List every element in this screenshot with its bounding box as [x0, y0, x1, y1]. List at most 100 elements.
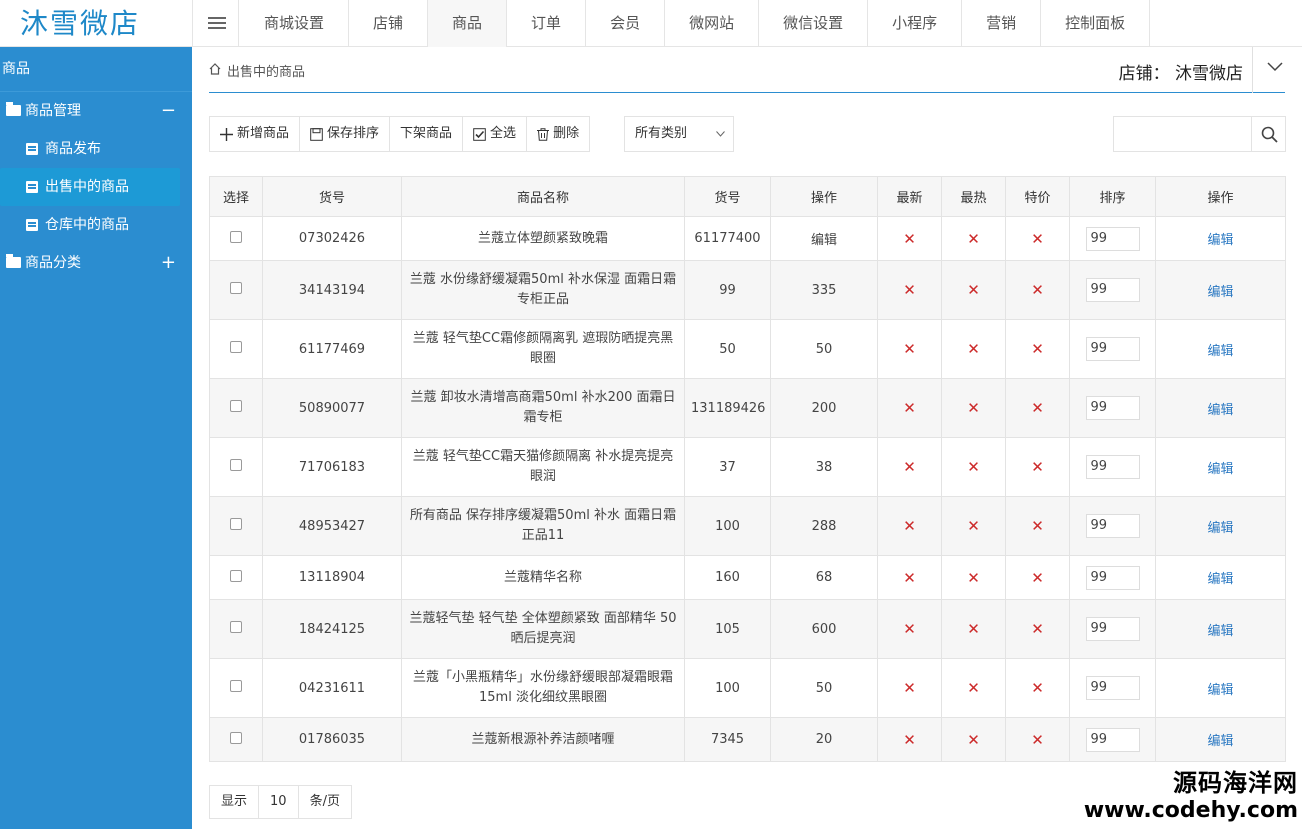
sort-input[interactable]: 99 — [1085, 337, 1140, 361]
nav-item-orders[interactable]: 订单 — [507, 0, 587, 47]
row-checkbox[interactable] — [230, 621, 242, 633]
x-mark-icon[interactable]: ✕ — [967, 230, 980, 248]
row-checkbox[interactable] — [230, 569, 242, 582]
row-checkbox[interactable] — [230, 731, 242, 744]
nav-item-control-panel[interactable]: 控制面板 — [1041, 0, 1151, 47]
row-checkbox[interactable] — [230, 282, 242, 294]
row-checkbox[interactable] — [230, 341, 242, 353]
sidebar-group-product-management[interactable]: 商品管理 − — [0, 92, 192, 130]
select-all-button[interactable]: 全选 — [463, 117, 528, 151]
x-mark-icon[interactable]: ✕ — [903, 399, 916, 417]
x-mark-icon[interactable]: ✕ — [903, 679, 916, 697]
x-mark-icon[interactable]: ✕ — [903, 517, 916, 535]
sort-input[interactable]: 99 — [1085, 514, 1140, 538]
edit-link[interactable]: 编辑 — [1207, 521, 1233, 536]
nav-item-members[interactable]: 会员 — [586, 0, 666, 47]
newest-cell: ✕ — [877, 216, 942, 261]
search-button[interactable] — [1251, 116, 1286, 152]
nav-item-store[interactable]: 店铺 — [349, 0, 429, 47]
x-mark-icon[interactable]: ✕ — [967, 569, 980, 587]
x-mark-icon[interactable]: ✕ — [903, 230, 916, 248]
nav-item-marketing[interactable]: 营销 — [962, 0, 1042, 47]
x-mark-icon[interactable]: ✕ — [967, 399, 980, 417]
nav-item-shop-settings[interactable]: 商城设置 — [240, 0, 350, 47]
hottest-cell: ✕ — [941, 216, 1006, 261]
watermark: 源码海洋网 www.codehy.com — [1084, 763, 1298, 823]
edit-link[interactable]: 编辑 — [1207, 572, 1233, 587]
product-name-cell: 兰蔻 水份缘舒缓凝霜50ml 补水保湿 面霜日霜专柜正品 — [401, 260, 685, 320]
home-icon[interactable] — [209, 63, 221, 75]
x-mark-icon[interactable]: ✕ — [903, 731, 916, 749]
chevron-down-icon[interactable] — [1267, 62, 1283, 72]
add-product-button[interactable]: 新增商品 — [210, 117, 301, 151]
edit-link[interactable]: 编辑 — [1207, 683, 1233, 698]
expand-icon[interactable]: + — [161, 244, 176, 282]
row-checkbox[interactable] — [230, 680, 242, 692]
x-mark-icon[interactable]: ✕ — [967, 340, 980, 358]
edit-link[interactable]: 编辑 — [1207, 624, 1233, 639]
edit-link[interactable]: 编辑 — [1207, 462, 1233, 477]
x-mark-icon[interactable]: ✕ — [967, 281, 980, 299]
edit-link[interactable]: 编辑 — [1207, 285, 1233, 300]
x-mark-icon[interactable]: ✕ — [1031, 399, 1044, 417]
nav-item-mini-program[interactable]: 小程序 — [868, 0, 963, 47]
sort-input[interactable]: 99 — [1085, 676, 1140, 700]
sort-input[interactable]: 99 — [1085, 565, 1140, 590]
x-mark-icon[interactable]: ✕ — [1031, 517, 1044, 535]
sort-input[interactable]: 99 — [1085, 396, 1140, 420]
row-checkbox[interactable] — [230, 230, 242, 243]
x-mark-icon[interactable]: ✕ — [1031, 340, 1044, 358]
sort-input[interactable]: 99 — [1085, 226, 1140, 251]
x-mark-icon[interactable]: ✕ — [903, 340, 916, 358]
edit-link[interactable]: 编辑 — [1207, 734, 1233, 749]
sku-cell: 18424125 — [262, 599, 402, 659]
sku-cell: 13118904 — [262, 555, 402, 600]
delete-button[interactable]: 删除 — [527, 117, 589, 151]
x-mark-icon[interactable]: ✕ — [1031, 230, 1044, 248]
x-mark-icon[interactable]: ✕ — [1031, 620, 1044, 638]
x-mark-icon[interactable]: ✕ — [903, 281, 916, 299]
nav-item-microsite[interactable]: 微网站 — [665, 0, 760, 47]
sidebar-item-on-sale[interactable]: 出售中的商品 — [0, 168, 180, 206]
edit-link[interactable]: 编辑 — [1207, 344, 1233, 359]
x-mark-icon[interactable]: ✕ — [1031, 731, 1044, 749]
watermark-line1: 源码海洋网 — [1173, 769, 1298, 797]
x-mark-icon[interactable]: ✕ — [1031, 458, 1044, 476]
breadcrumb-current: 出售中的商品 — [227, 65, 306, 80]
app-logo[interactable]: 沐雪微店 — [0, 0, 192, 47]
x-mark-icon[interactable]: ✕ — [1031, 569, 1044, 587]
sort-input[interactable]: 99 — [1085, 617, 1140, 641]
x-mark-icon[interactable]: ✕ — [903, 569, 916, 587]
nav-item-wechat-settings[interactable]: 微信设置 — [759, 0, 869, 47]
x-mark-icon[interactable]: ✕ — [967, 620, 980, 638]
x-mark-icon[interactable]: ✕ — [1031, 281, 1044, 299]
x-mark-icon[interactable]: ✕ — [967, 731, 980, 749]
sidebar-group-product-category[interactable]: 商品分类 + — [0, 244, 192, 282]
edit-link[interactable]: 编辑 — [1207, 233, 1233, 248]
x-mark-icon[interactable]: ✕ — [903, 620, 916, 638]
sort-input[interactable]: 99 — [1085, 278, 1140, 302]
nav-item-products[interactable]: 商品 — [428, 0, 508, 47]
row-checkbox[interactable] — [230, 400, 242, 412]
x-mark-icon[interactable]: ✕ — [967, 517, 980, 535]
sidebar-item-warehouse[interactable]: 仓库中的商品 — [0, 206, 180, 244]
edit-link[interactable]: 编辑 — [1207, 403, 1233, 418]
page-size-input[interactable]: 10 — [259, 786, 299, 818]
collapse-icon[interactable]: − — [161, 92, 176, 130]
row-checkbox[interactable] — [230, 518, 242, 530]
category-select[interactable]: 所有类别 — [624, 116, 734, 152]
x-mark-icon[interactable]: ✕ — [1031, 679, 1044, 697]
offshelf-button[interactable]: 下架商品 — [390, 117, 464, 151]
sidebar-item-publish[interactable]: 商品发布 — [0, 130, 180, 168]
sort-input[interactable]: 99 — [1085, 727, 1140, 752]
x-mark-icon[interactable]: ✕ — [903, 458, 916, 476]
save-sort-button[interactable]: 保存排序 — [300, 117, 391, 151]
sort-input[interactable]: 99 — [1085, 455, 1140, 479]
x-mark-icon[interactable]: ✕ — [967, 458, 980, 476]
search-input[interactable] — [1113, 116, 1251, 152]
menu-toggle-icon[interactable] — [192, 0, 239, 47]
select-cell — [209, 599, 263, 659]
row-checkbox[interactable] — [230, 459, 242, 471]
x-mark-icon[interactable]: ✕ — [967, 679, 980, 697]
table-row: 04231611 兰蔻「小黑瓶精华」水份缘舒缓眼部凝霜眼霜15ml 淡化细纹黑眼圈… — [209, 658, 1286, 718]
